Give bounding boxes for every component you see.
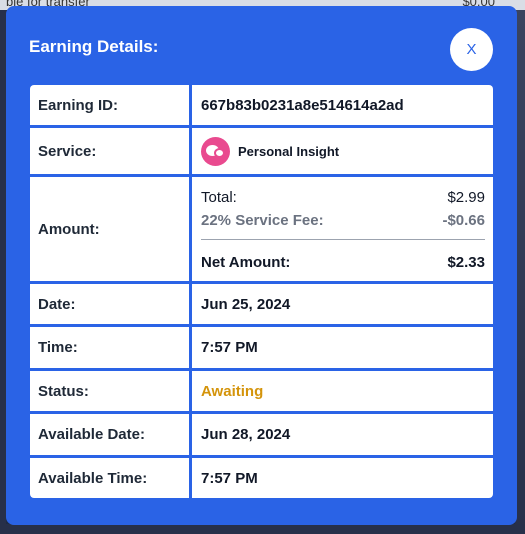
background-edge-bottom (0, 524, 525, 534)
earning-details-modal: Earning Details: X Earning ID: 667b83b02… (6, 6, 517, 525)
table-row-time: Time: 7:57 PM (30, 327, 493, 368)
chat-bubbles-icon (201, 136, 230, 166)
available-time-value: 7:57 PM (192, 458, 493, 498)
service-fee-label: 22% Service Fee: (201, 212, 324, 229)
amount-divider (201, 239, 485, 240)
available-date-label: Available Date: (30, 414, 189, 455)
time-value: 7:57 PM (192, 327, 493, 368)
earning-id-label: Earning ID: (30, 85, 189, 125)
total-line: Total: $2.99 (201, 189, 485, 206)
time-label: Time: (30, 327, 189, 368)
table-row-earning-id: Earning ID: 667b83b0231a8e514614a2ad (30, 85, 493, 125)
net-amount-value: $2.33 (447, 254, 485, 271)
service-fee-line: 22% Service Fee: -$0.66 (201, 212, 485, 229)
table-row-date: Date: Jun 25, 2024 (30, 284, 493, 324)
service-name: Personal Insight (238, 143, 340, 159)
earning-id-value: 667b83b0231a8e514614a2ad (192, 85, 493, 125)
modal-title: Earning Details: (29, 37, 159, 56)
details-table: Earning ID: 667b83b0231a8e514614a2ad Ser… (30, 85, 493, 498)
table-row-available-date: Available Date: Jun 28, 2024 (30, 414, 493, 455)
table-row-amount: Amount: Total: $2.99 22% Service Fee: -$… (30, 177, 493, 281)
table-row-status: Status: Awaiting (30, 371, 493, 411)
total-label: Total: (201, 189, 237, 206)
available-time-label: Available Time: (30, 458, 189, 498)
date-value: Jun 25, 2024 (192, 284, 493, 324)
table-row-service: Service: Personal Insight (30, 128, 493, 174)
net-amount-line: Net Amount: $2.33 (201, 254, 485, 271)
close-icon: X (466, 41, 477, 58)
status-badge: Awaiting (192, 371, 493, 411)
service-label: Service: (30, 128, 189, 174)
date-label: Date: (30, 284, 189, 324)
status-label: Status: (30, 371, 189, 411)
close-button[interactable]: X (450, 28, 493, 71)
total-value: $2.99 (447, 189, 485, 206)
available-date-value: Jun 28, 2024 (192, 414, 493, 455)
service-fee-value: -$0.66 (442, 212, 485, 229)
net-amount-label: Net Amount: (201, 254, 291, 271)
table-row-available-time: Available Time: 7:57 PM (30, 458, 493, 498)
service-value: Personal Insight (192, 128, 493, 174)
amount-label: Amount: (30, 177, 189, 281)
amount-breakdown: Total: $2.99 22% Service Fee: -$0.66 Net… (192, 177, 493, 281)
